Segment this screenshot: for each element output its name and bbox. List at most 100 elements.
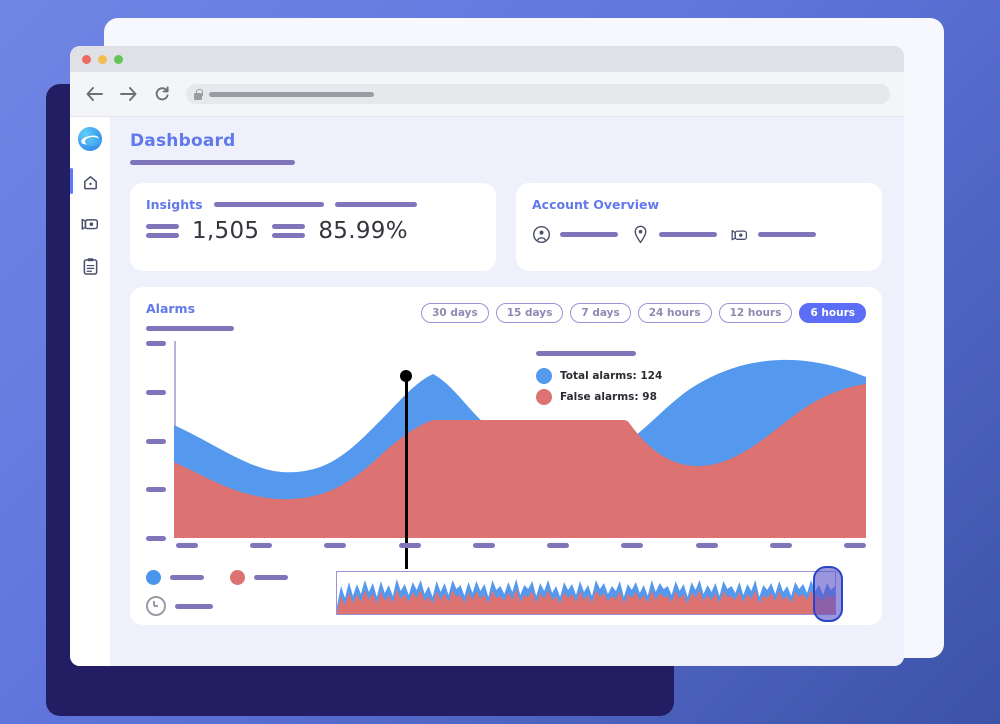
chip-7-days[interactable]: 7 days (570, 303, 631, 323)
y-tick (146, 487, 166, 493)
range-selector[interactable] (336, 566, 843, 622)
camera-icon (730, 225, 749, 244)
url-placeholder (209, 91, 374, 97)
legend-false-placeholder (254, 575, 288, 580)
x-tick (621, 543, 644, 548)
account-item-camera (730, 225, 816, 244)
chart-footer (146, 566, 866, 622)
x-axis-ticks (176, 543, 866, 548)
tooltip-false-label: False alarms: 98 (560, 391, 657, 403)
insights-metrics-row: 1,505 85.99% (146, 218, 480, 244)
location-pin-icon (631, 225, 650, 244)
account-overview-items (532, 225, 866, 244)
x-tick (472, 543, 495, 548)
insights-placeholder-bar-1 (213, 202, 324, 207)
legend-total-dot (146, 570, 161, 585)
x-tick (324, 543, 347, 548)
account-item-location (631, 225, 717, 244)
url-bar[interactable] (186, 84, 890, 104)
tooltip-total-label: Total alarms: 124 (560, 370, 663, 382)
account-overview-card: Account Overview (516, 183, 882, 271)
chip-24-hours[interactable]: 24 hours (637, 303, 712, 323)
x-tick (176, 543, 198, 548)
sidebar-item-home[interactable] (70, 168, 101, 194)
sidebar-item-cameras[interactable] (79, 213, 101, 235)
alarms-title-block: Alarms (146, 301, 234, 335)
browser-window: Dashboard Insights 1,505 85.99% Account … (70, 46, 904, 666)
insights-metric-2: 85.99% (318, 218, 408, 244)
alarms-card: Alarms 30 days 15 days 7 days 24 hours 1… (130, 287, 882, 625)
account-overview-title: Account Overview (532, 197, 660, 212)
y-tick (146, 438, 166, 444)
summary-cards-row: Insights 1,505 85.99% Account Overview (130, 183, 882, 271)
time-range-chips: 30 days 15 days 7 days 24 hours 12 hours… (421, 301, 866, 323)
x-tick (769, 543, 792, 548)
insights-metric-1: 1,505 (192, 218, 260, 244)
tooltip-false-dot (536, 389, 552, 405)
chip-15-days[interactable]: 15 days (495, 303, 564, 323)
lock-icon (194, 88, 203, 100)
account-user-placeholder (560, 232, 618, 237)
y-tick (146, 536, 166, 541)
tooltip-title-placeholder (536, 351, 636, 356)
clock-icon (146, 596, 166, 616)
account-camera-placeholder (758, 232, 816, 237)
chip-12-hours[interactable]: 12 hours (718, 303, 793, 323)
chip-30-days[interactable]: 30 days (421, 303, 489, 323)
browser-titlebar (70, 46, 904, 72)
range-handle-right[interactable] (813, 566, 843, 622)
range-selector-chart (337, 579, 835, 614)
x-tick (695, 543, 718, 548)
insights-title: Insights (146, 197, 203, 212)
legend-item-total[interactable] (146, 570, 204, 585)
maximize-window-button[interactable] (114, 54, 123, 64)
area-chart-plot (174, 359, 866, 538)
insights-placeholder-bar-2 (334, 202, 417, 207)
user-icon (532, 225, 551, 244)
page-title: Dashboard (130, 131, 236, 151)
reload-icon[interactable] (152, 84, 172, 104)
home-icon (83, 175, 97, 189)
legend-time-row (146, 596, 336, 616)
app-logo-icon[interactable] (78, 127, 102, 151)
close-window-button[interactable] (82, 54, 91, 64)
alarms-title-underline (146, 326, 234, 331)
forward-arrow-icon[interactable] (118, 84, 138, 104)
legend-total-placeholder (170, 575, 204, 580)
x-tick (843, 543, 866, 548)
camera-icon (81, 218, 98, 230)
insights-header: Insights (146, 197, 480, 212)
insights-card: Insights 1,505 85.99% (130, 183, 496, 271)
page-title-underline (130, 160, 295, 165)
chart-cursor-line (405, 374, 408, 569)
y-axis-ticks (146, 341, 168, 541)
legend-item-false[interactable] (230, 570, 288, 585)
alarms-title: Alarms (146, 301, 196, 316)
account-item-user (532, 225, 618, 244)
x-tick (547, 543, 570, 548)
y-tick (146, 389, 166, 395)
main-content: Dashboard Insights 1,505 85.99% Account … (110, 117, 904, 666)
app-body: Dashboard Insights 1,505 85.99% Account … (70, 117, 904, 666)
sidebar (70, 117, 110, 666)
tooltip-total-dot (536, 368, 552, 384)
sidebar-item-reports[interactable] (79, 255, 101, 277)
x-tick (398, 543, 421, 548)
tooltip-row-total: Total alarms: 124 (536, 368, 696, 384)
chart-cursor-dot (400, 370, 412, 382)
chip-6-hours[interactable]: 6 hours (799, 303, 866, 323)
chart-tooltip: Total alarms: 124 False alarms: 98 (536, 349, 696, 410)
browser-toolbar (70, 72, 904, 117)
legend-series-row (146, 570, 336, 585)
insights-label-placeholder-2 (272, 224, 306, 238)
back-arrow-icon[interactable] (84, 84, 104, 104)
insights-label-placeholder-1 (146, 224, 179, 238)
account-location-placeholder (659, 232, 717, 237)
minimize-window-button[interactable] (98, 54, 107, 64)
y-tick (146, 341, 166, 346)
chart-legend (146, 570, 336, 616)
legend-time-placeholder (175, 603, 213, 609)
clipboard-icon (83, 257, 97, 275)
alarms-chart: Total alarms: 124 False alarms: 98 (146, 341, 866, 569)
alarms-header: Alarms 30 days 15 days 7 days 24 hours 1… (146, 301, 866, 335)
